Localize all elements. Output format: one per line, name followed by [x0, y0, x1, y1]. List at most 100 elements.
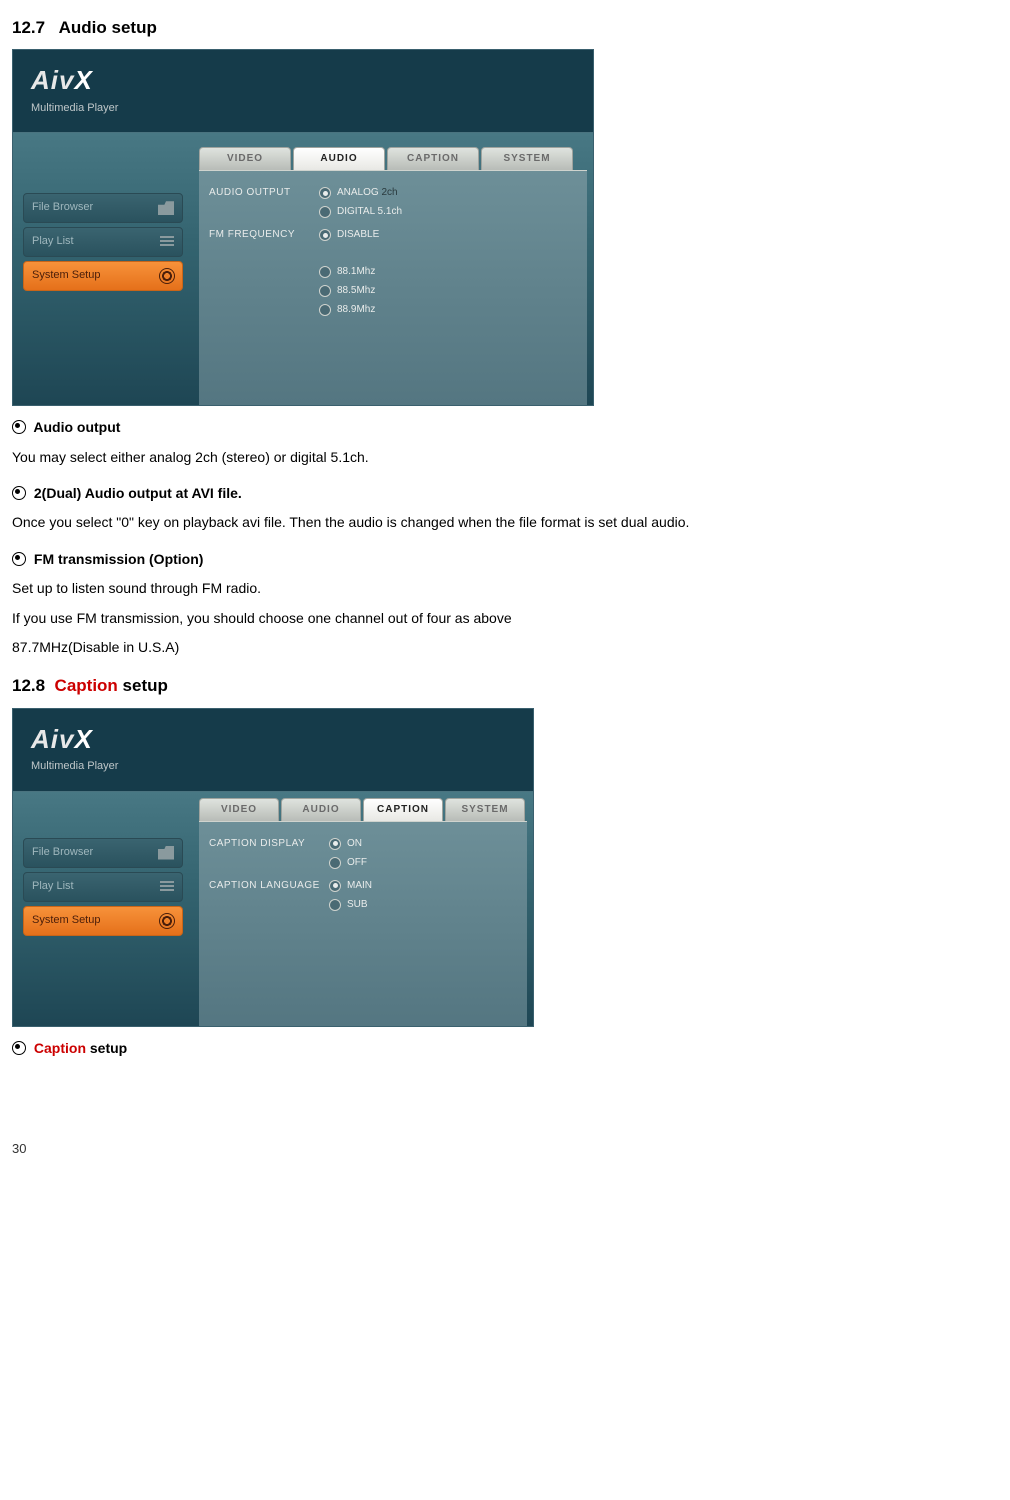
section-title: Audio setup: [59, 18, 157, 37]
tab-system[interactable]: SYSTEM: [445, 798, 525, 821]
option-caption-off[interactable]: OFF: [329, 855, 517, 871]
sidebar: File Browser Play List System Setup: [13, 792, 193, 1026]
option-fm-disable[interactable]: DISABLE: [319, 227, 577, 243]
bullet-icon: [12, 552, 26, 566]
bullet-icon: [12, 486, 26, 500]
app-header: AivX Multimedia Player: [13, 709, 533, 792]
option-label: MAIN: [347, 878, 372, 894]
list-icon: [160, 881, 174, 893]
setting-audio-output: AUDIO OUTPUT ANALOG 2ch DIGITAL 5.1ch: [209, 185, 577, 223]
option-fm-889[interactable]: 88.9Mhz: [319, 302, 577, 318]
bullet-title-rest: setup: [86, 1040, 127, 1056]
option-caption-on[interactable]: ON: [329, 836, 517, 852]
tab-bar: VIDEO AUDIO CAPTION SYSTEM: [199, 147, 593, 170]
option-analog[interactable]: ANALOG 2ch: [319, 185, 577, 201]
list-icon: [160, 236, 174, 248]
option-lang-main[interactable]: MAIN: [329, 878, 517, 894]
option-label: 88.5Mhz: [337, 283, 375, 299]
sidebar-item-label: File Browser: [32, 199, 93, 217]
setting-fm-frequency: FM FREQUENCY DISABLE 88.1Mhz: [209, 227, 577, 321]
option-fm-881[interactable]: 88.1Mhz: [319, 264, 577, 280]
paragraph: If you use FM transmission, you should c…: [12, 604, 998, 633]
option-label: ANALOG: [337, 185, 379, 201]
app-logo: AivX: [31, 719, 515, 761]
tab-audio[interactable]: AUDIO: [281, 798, 361, 821]
tab-audio[interactable]: AUDIO: [293, 147, 385, 170]
setting-label: AUDIO OUTPUT: [209, 185, 319, 223]
logo-main: Aiv: [31, 724, 74, 754]
app-window-caption: AivX Multimedia Player File Browser Play…: [12, 708, 534, 1027]
sidebar: File Browser Play List System Setup: [13, 133, 193, 405]
option-label: SUB: [347, 897, 368, 913]
logo-x: X: [74, 724, 92, 754]
sidebar-item-label: System Setup: [32, 912, 100, 930]
section-heading-audio: 12.7 Audio setup: [12, 14, 998, 41]
content-area: VIDEO AUDIO CAPTION SYSTEM CAPTION DISPL…: [193, 792, 533, 1026]
tab-system[interactable]: SYSTEM: [481, 147, 573, 170]
app-subtitle: Multimedia Player: [31, 100, 575, 118]
option-suffix: 2ch: [381, 185, 397, 201]
bullet-fm: FM transmission (Option): [12, 548, 998, 570]
option-lang-sub[interactable]: SUB: [329, 897, 517, 913]
sidebar-item-file-browser[interactable]: File Browser: [23, 838, 183, 868]
option-label: 88.1Mhz: [337, 264, 375, 280]
app-subtitle: Multimedia Player: [31, 758, 515, 776]
sidebar-item-system-setup[interactable]: System Setup: [23, 906, 183, 936]
radio-icon: [319, 266, 331, 278]
radio-icon: [319, 229, 331, 241]
radio-icon: [319, 187, 331, 199]
sidebar-item-label: File Browser: [32, 844, 93, 862]
setting-label: FM FREQUENCY: [209, 227, 319, 321]
section-title-red: Caption: [55, 676, 118, 695]
radio-icon: [329, 838, 341, 850]
radio-icon: [329, 880, 341, 892]
gear-icon: [160, 269, 174, 283]
setting-caption-language: CAPTION LANGUAGE MAIN SUB: [209, 878, 517, 916]
app-header: AivX Multimedia Player: [13, 50, 593, 133]
bullet-icon: [12, 1041, 26, 1055]
folder-icon: [158, 201, 174, 215]
tab-caption[interactable]: CAPTION: [387, 147, 479, 170]
paragraph: You may select either analog 2ch (stereo…: [12, 443, 998, 472]
section-title-rest: setup: [118, 676, 168, 695]
bullet-title: Audio output: [33, 419, 120, 435]
paragraph: Set up to listen sound through FM radio.: [12, 574, 998, 603]
paragraph: Once you select "0" key on playback avi …: [12, 508, 998, 537]
tab-video[interactable]: VIDEO: [199, 798, 279, 821]
option-fm-885[interactable]: 88.5Mhz: [319, 283, 577, 299]
option-label: 88.9Mhz: [337, 302, 375, 318]
app-window-audio: AivX Multimedia Player File Browser Play…: [12, 49, 594, 406]
option-label: DISABLE: [337, 227, 379, 243]
settings-panel-caption: CAPTION DISPLAY ON OFF CAPTION LANGUAGE: [199, 821, 527, 1026]
radio-icon: [319, 206, 331, 218]
bullet-audio-output: Audio output: [12, 416, 998, 438]
logo-main: Aiv: [31, 65, 74, 95]
bullet-caption-setup: Caption setup: [12, 1037, 998, 1059]
tab-video[interactable]: VIDEO: [199, 147, 291, 170]
folder-icon: [158, 846, 174, 860]
setting-label: CAPTION LANGUAGE: [209, 878, 329, 916]
sidebar-item-label: Play List: [32, 878, 74, 896]
sidebar-item-file-browser[interactable]: File Browser: [23, 193, 183, 223]
sidebar-item-label: System Setup: [32, 267, 100, 285]
option-label: OFF: [347, 855, 367, 871]
radio-icon: [319, 285, 331, 297]
tab-bar: VIDEO AUDIO CAPTION SYSTEM: [199, 798, 533, 821]
setting-caption-display: CAPTION DISPLAY ON OFF: [209, 836, 517, 874]
tab-caption[interactable]: CAPTION: [363, 798, 443, 821]
radio-icon: [329, 857, 341, 869]
sidebar-item-system-setup[interactable]: System Setup: [23, 261, 183, 291]
option-label: ON: [347, 836, 362, 852]
sidebar-item-play-list[interactable]: Play List: [23, 227, 183, 257]
content-area: VIDEO AUDIO CAPTION SYSTEM AUDIO OUTPUT …: [193, 133, 593, 405]
option-digital[interactable]: DIGITAL 5.1ch: [319, 204, 577, 220]
app-body: File Browser Play List System Setup VIDE…: [13, 133, 593, 405]
section-number: 12.8: [12, 676, 45, 695]
radio-icon: [329, 899, 341, 911]
bullet-title-red: Caption: [34, 1040, 86, 1056]
page-number: 30: [12, 1139, 998, 1160]
sidebar-item-label: Play List: [32, 233, 74, 251]
sidebar-item-play-list[interactable]: Play List: [23, 872, 183, 902]
logo-x: X: [74, 65, 92, 95]
spacer: [319, 246, 577, 264]
